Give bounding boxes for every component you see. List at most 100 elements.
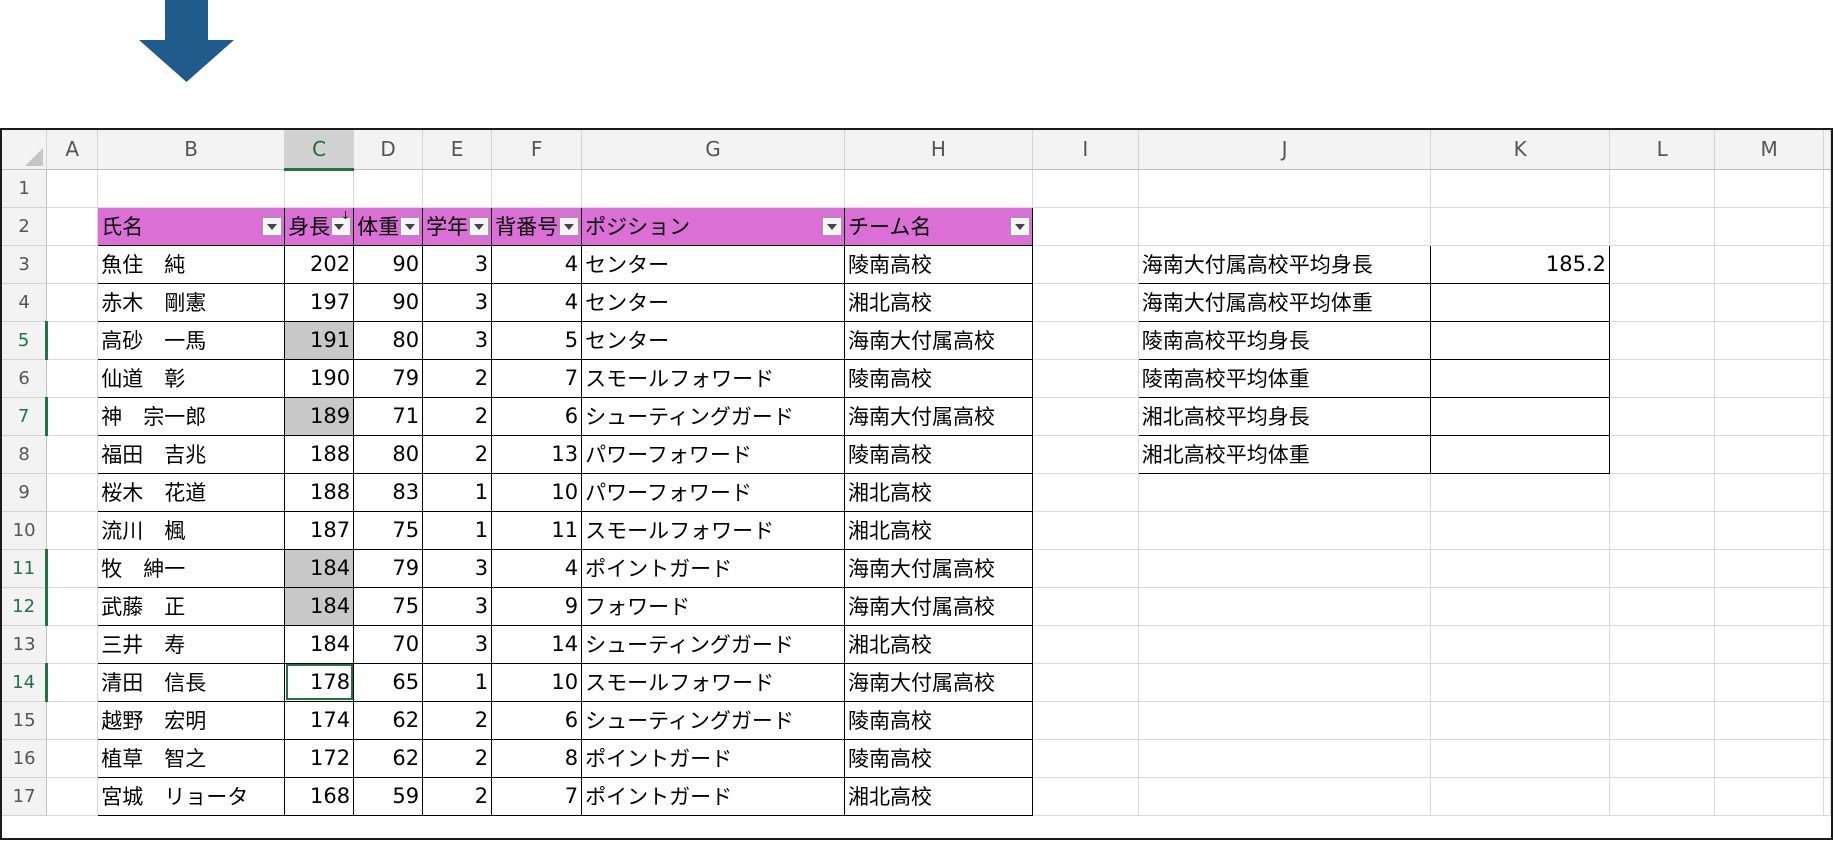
row-header-14[interactable]: 14 xyxy=(2,663,49,702)
player-name-cell[interactable]: 神 宗一郎 xyxy=(97,396,286,436)
cell-L9[interactable] xyxy=(1609,473,1716,512)
cell-filler-15[interactable] xyxy=(1823,701,1831,740)
filter-dropdown-icon[interactable] xyxy=(262,216,283,236)
column-header-L[interactable]: L xyxy=(1609,130,1716,170)
column-header-F[interactable]: F xyxy=(491,130,583,170)
cell-J11[interactable] xyxy=(1138,549,1432,588)
cell-I15[interactable] xyxy=(1032,701,1139,740)
cell-L14[interactable] xyxy=(1609,663,1716,702)
player-weight-cell[interactable]: 62 xyxy=(353,738,424,778)
player-weight-cell[interactable]: 79 xyxy=(353,358,424,398)
cell-I16[interactable] xyxy=(1032,739,1139,778)
cell-M17[interactable] xyxy=(1714,777,1824,816)
cell-filler-2[interactable] xyxy=(1823,207,1831,246)
row-header-16[interactable]: 16 xyxy=(2,739,48,778)
cell-filler-14[interactable] xyxy=(1823,663,1831,702)
player-number-cell[interactable]: 4 xyxy=(491,244,583,284)
player-team-cell[interactable]: 陵南高校 xyxy=(844,358,1033,398)
cell-M2[interactable] xyxy=(1714,207,1824,246)
player-height-cell[interactable]: 184 xyxy=(284,548,355,588)
cell-I12[interactable] xyxy=(1032,587,1139,626)
player-weight-cell[interactable]: 62 xyxy=(353,700,424,740)
cell-filler-3[interactable] xyxy=(1823,245,1831,284)
table-header-height[interactable]: 身長 ↓ xyxy=(284,206,355,246)
player-number-cell[interactable]: 10 xyxy=(491,662,583,702)
player-weight-cell[interactable]: 70 xyxy=(353,624,424,664)
player-number-cell[interactable]: 9 xyxy=(491,586,583,626)
filter-dropdown-icon[interactable] xyxy=(469,216,490,236)
cell-filler-17[interactable] xyxy=(1823,777,1831,816)
cell-filler-16[interactable] xyxy=(1823,739,1831,778)
filter-dropdown-icon[interactable] xyxy=(559,216,580,236)
cell-M15[interactable] xyxy=(1714,701,1824,740)
cell-M8[interactable] xyxy=(1714,435,1824,474)
column-header-filler[interactable] xyxy=(1823,130,1831,170)
cell-filler-11[interactable] xyxy=(1823,549,1831,588)
cell-J1[interactable] xyxy=(1138,169,1432,208)
cell-A14[interactable] xyxy=(46,663,99,702)
player-weight-cell[interactable]: 71 xyxy=(353,396,424,436)
cell-A5[interactable] xyxy=(46,321,99,360)
cell-A7[interactable] xyxy=(46,397,99,436)
player-number-cell[interactable]: 13 xyxy=(491,434,583,474)
player-position-cell[interactable]: スモールフォワード xyxy=(581,662,846,702)
player-number-cell[interactable]: 4 xyxy=(491,548,583,588)
cell-M7[interactable] xyxy=(1714,397,1824,436)
table-header-weight[interactable]: 体重 xyxy=(353,206,424,246)
cell-L6[interactable] xyxy=(1609,359,1716,398)
cell-filler-10[interactable] xyxy=(1823,511,1831,550)
player-grade-cell[interactable]: 2 xyxy=(422,396,493,436)
player-name-cell[interactable]: 越野 宏明 xyxy=(97,700,286,740)
player-position-cell[interactable]: センター xyxy=(581,320,846,360)
table-header-team[interactable]: チーム名 xyxy=(844,206,1033,246)
column-header-M[interactable]: M xyxy=(1714,130,1824,170)
filter-dropdown-icon[interactable] xyxy=(822,216,843,236)
cell-K10[interactable] xyxy=(1430,511,1611,550)
column-header-A[interactable]: A xyxy=(46,130,99,170)
cell-M3[interactable] xyxy=(1714,245,1824,284)
cell-A10[interactable] xyxy=(46,511,99,550)
player-name-cell[interactable]: 福田 吉兆 xyxy=(97,434,286,474)
summary-value-cell[interactable] xyxy=(1430,396,1611,436)
cell-A4[interactable] xyxy=(46,283,99,322)
player-grade-cell[interactable]: 1 xyxy=(422,662,493,702)
cell-A6[interactable] xyxy=(46,359,99,398)
player-weight-cell[interactable]: 75 xyxy=(353,510,424,550)
summary-label-cell[interactable]: 陵南高校平均身長 xyxy=(1137,320,1432,360)
cell-L2[interactable] xyxy=(1609,207,1716,246)
row-header-8[interactable]: 8 xyxy=(2,435,48,474)
player-team-cell[interactable]: 海南大付属高校 xyxy=(844,320,1033,360)
cell-J15[interactable] xyxy=(1138,701,1432,740)
cell-L15[interactable] xyxy=(1609,701,1716,740)
filter-dropdown-icon[interactable] xyxy=(1009,216,1030,236)
cell-filler-7[interactable] xyxy=(1823,397,1831,436)
cell-M10[interactable] xyxy=(1714,511,1824,550)
cell-J17[interactable] xyxy=(1138,777,1432,816)
player-weight-cell[interactable]: 90 xyxy=(353,244,424,284)
column-header-H[interactable]: H xyxy=(844,130,1033,170)
cell-K14[interactable] xyxy=(1430,663,1611,702)
cell-A1[interactable] xyxy=(46,169,99,208)
player-height-cell[interactable]: 188 xyxy=(284,472,355,512)
cell-I6[interactable] xyxy=(1032,359,1139,398)
cell-I3[interactable] xyxy=(1032,245,1139,284)
player-number-cell[interactable]: 6 xyxy=(491,700,583,740)
cell-L1[interactable] xyxy=(1609,169,1716,208)
cell-A11[interactable] xyxy=(46,549,99,588)
player-weight-cell[interactable]: 59 xyxy=(353,776,424,816)
player-grade-cell[interactable]: 2 xyxy=(422,434,493,474)
cell-I2[interactable] xyxy=(1032,207,1139,246)
cell-M12[interactable] xyxy=(1714,587,1824,626)
cell-filler-9[interactable] xyxy=(1823,473,1831,512)
player-grade-cell[interactable]: 3 xyxy=(422,586,493,626)
cell-filler-12[interactable] xyxy=(1823,587,1831,626)
player-name-cell[interactable]: 植草 智之 xyxy=(97,738,286,778)
column-header-E[interactable]: E xyxy=(422,130,493,170)
row-header-13[interactable]: 13 xyxy=(2,625,48,664)
cell-H1[interactable] xyxy=(844,169,1033,208)
cell-L7[interactable] xyxy=(1609,397,1716,436)
player-name-cell[interactable]: 赤木 剛憲 xyxy=(97,282,286,322)
player-weight-cell[interactable]: 79 xyxy=(353,548,424,588)
cell-J9[interactable] xyxy=(1138,473,1432,512)
cell-A9[interactable] xyxy=(46,473,99,512)
